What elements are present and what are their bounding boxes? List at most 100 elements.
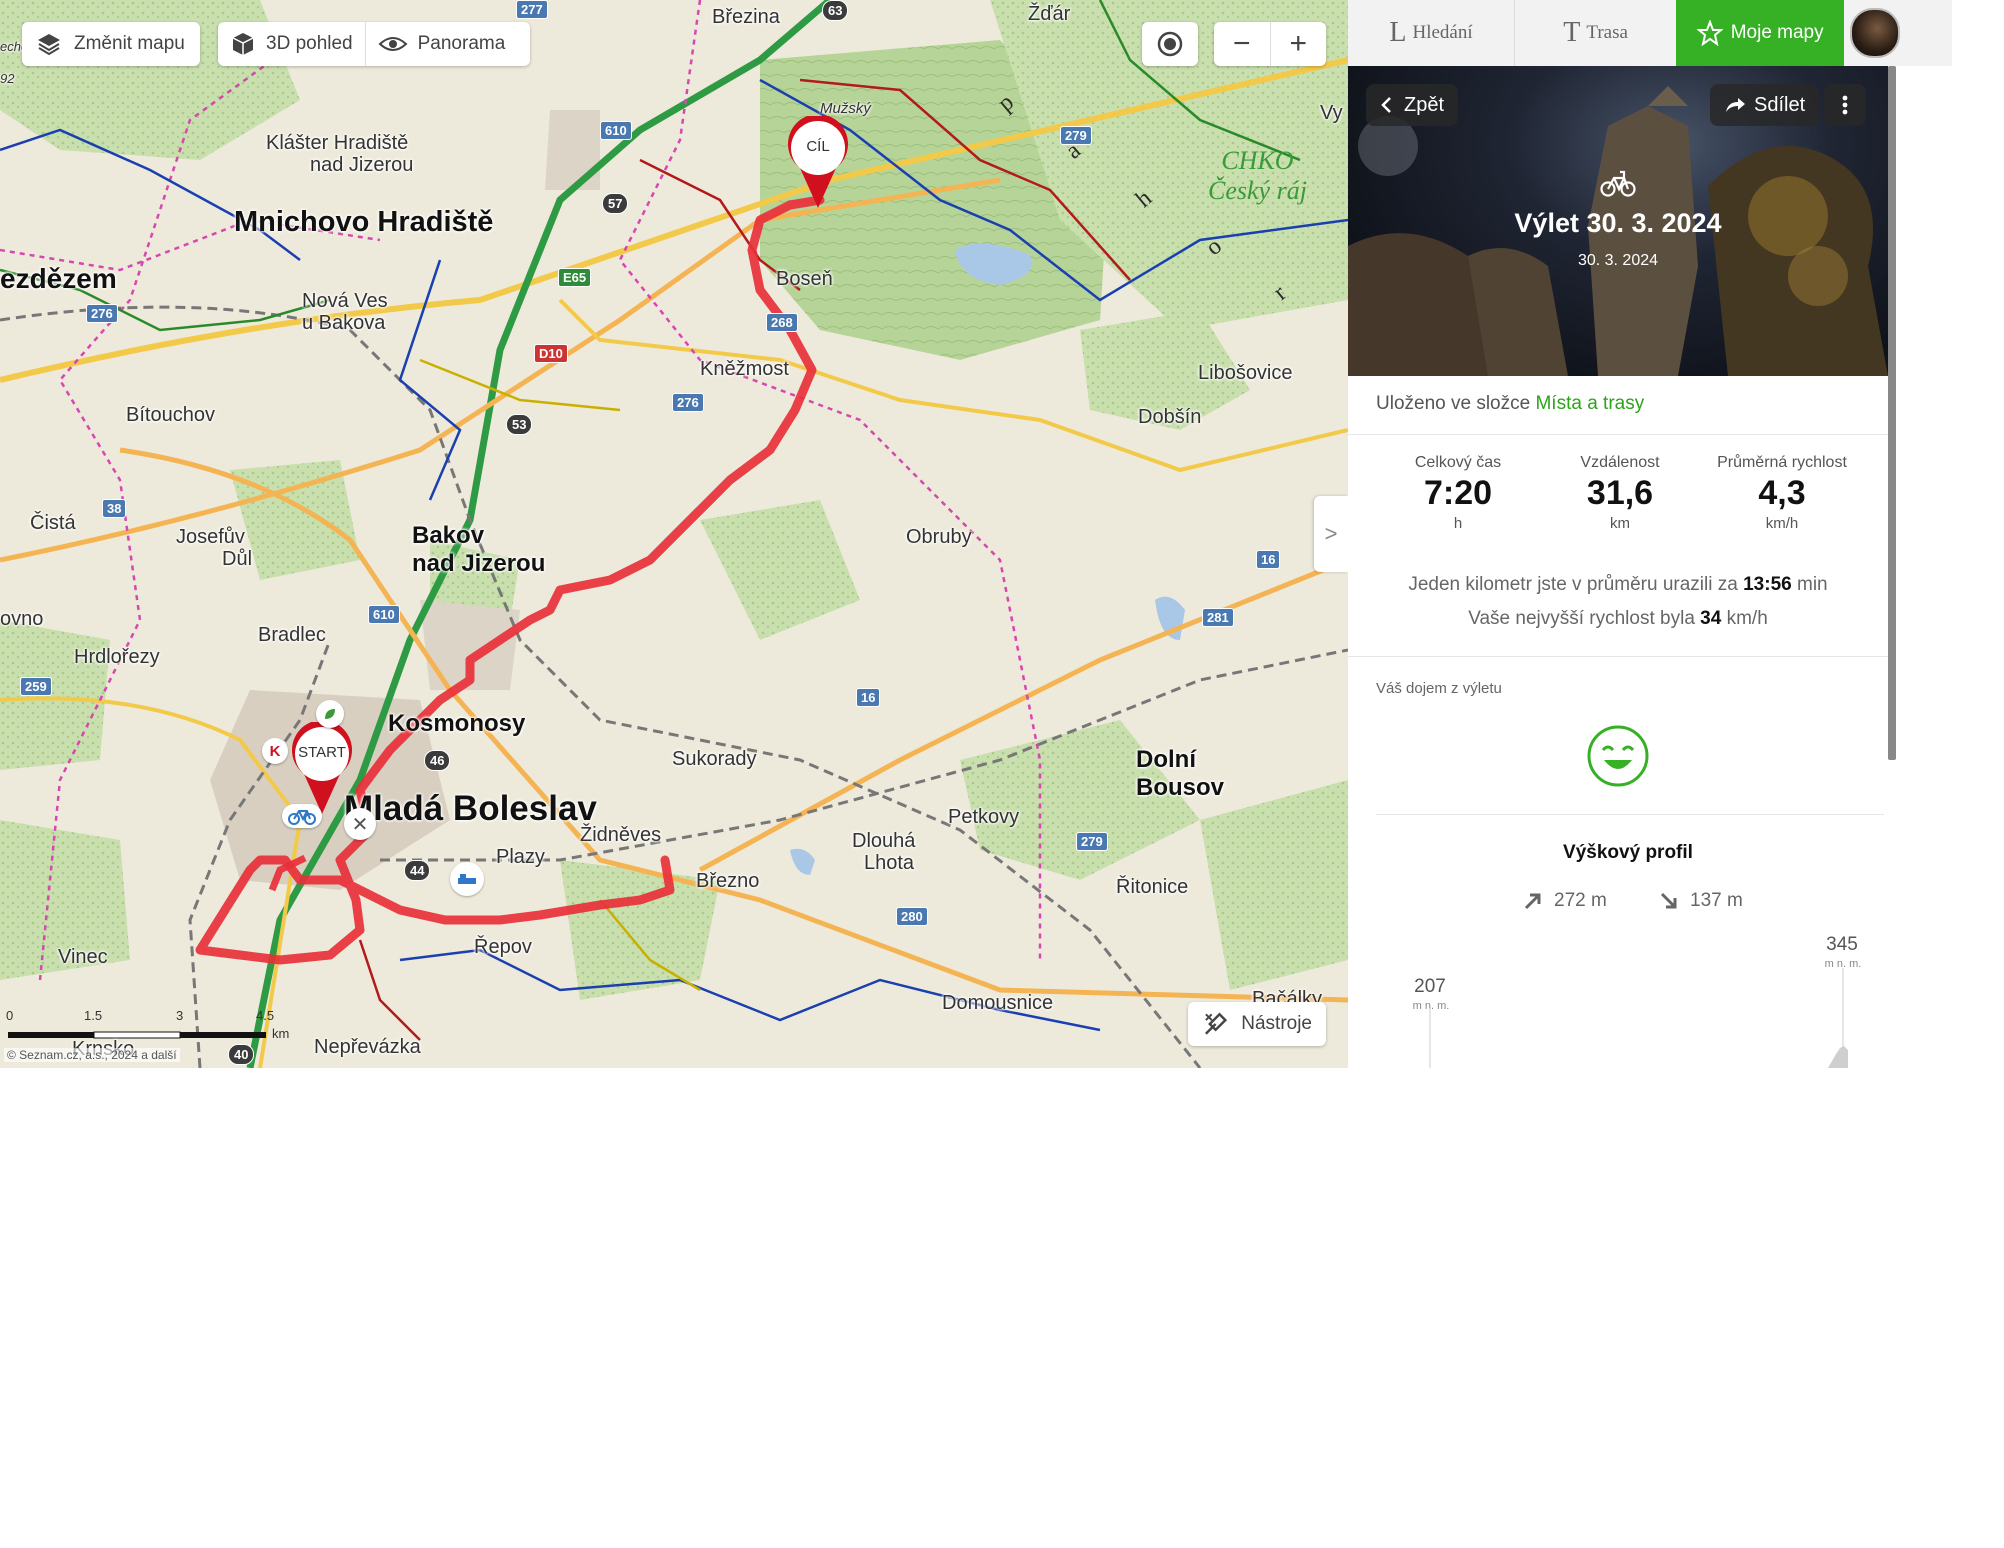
place-label: Kněžmost — [700, 358, 789, 380]
elevation-max-value: 345 — [1826, 934, 1858, 955]
place-label: Dlouhá — [852, 830, 916, 852]
tools-icon — [1205, 1012, 1228, 1035]
place-label: Žďár — [1028, 3, 1071, 25]
road-shield: 279 — [1076, 832, 1108, 851]
tab-my-maps-label: Moje mapy — [1730, 22, 1824, 43]
road-shield: 610 — [368, 605, 400, 624]
road-shield: 38 — [102, 499, 127, 518]
road-shield: 277 — [516, 0, 548, 19]
zoom-out-button[interactable]: − — [1214, 22, 1271, 66]
collapse-panel-button[interactable]: > — [1314, 496, 1348, 572]
stat-unit: km — [1610, 515, 1630, 532]
road-shield: 53 — [506, 414, 533, 435]
stat-label: Celkový čas — [1414, 454, 1502, 471]
tools-button[interactable]: Nástroje — [1188, 1002, 1326, 1046]
locate-button[interactable] — [1142, 22, 1198, 66]
back-button[interactable]: Zpět — [1366, 84, 1459, 126]
close-poi-icon[interactable]: ✕ — [344, 808, 376, 840]
stat-total-time: Celkový čas 7:20 h — [1378, 454, 1538, 532]
elevation-chart[interactable] — [1408, 968, 1868, 1068]
road-shield: 276 — [86, 304, 118, 323]
road-shield: 268 — [766, 313, 798, 332]
map-copyright[interactable]: © Seznam.cz, a.s., 2024 a další — [4, 1048, 180, 1062]
change-map-button[interactable]: Změnit mapu — [22, 22, 200, 66]
scale-label: 3 — [176, 1008, 184, 1023]
place-label-major: Mladá Boleslav — [344, 789, 597, 828]
place-label: Obruby — [906, 526, 972, 548]
bicycle-poi-icon[interactable] — [282, 804, 322, 828]
place-label-major: Kosmonosy — [388, 710, 526, 737]
end-marker[interactable]: CÍL — [786, 114, 850, 215]
protected-area-label: CHKO Český ráj — [1208, 146, 1307, 206]
place-label: Plazy — [496, 846, 545, 868]
road-shield: E65 — [558, 268, 592, 287]
place-label: Sukorady — [672, 748, 757, 770]
divider — [1348, 434, 1888, 435]
app-viewport: 277 63 610 57 279 276 E65 D10 268 276 53… — [0, 0, 1952, 1068]
stat-distance: Vzdálenost 31,6 km — [1540, 454, 1700, 532]
route-icon: T — [1563, 17, 1581, 48]
shop-poi-icon[interactable]: K — [262, 738, 288, 764]
max-speed-summary: Vaše nejvyšší rychlost byla 34 km/h — [1348, 608, 1888, 630]
place-label: nad Jizerou — [310, 154, 414, 176]
user-menu[interactable] — [1844, 0, 1952, 66]
tab-search[interactable]: L Hledání — [1348, 0, 1516, 66]
impression-label: Váš dojem z výletu — [1376, 680, 1502, 697]
ascent-value: 272 m — [1554, 890, 1607, 911]
place-label-major: ezdězem — [0, 263, 117, 294]
chko-label: CHKO — [1221, 146, 1294, 175]
star-icon — [1696, 20, 1723, 46]
elevation-profile-area — [1828, 1046, 1848, 1068]
tab-route[interactable]: T Trasa — [1515, 0, 1676, 66]
arrow-up-right-icon — [1524, 893, 1541, 910]
locate-icon — [1157, 31, 1183, 57]
scale-unit: km — [272, 1026, 290, 1041]
place-label: Nová Ves — [302, 290, 388, 312]
max-speed-prefix: Vaše nejvyšší rychlost byla — [1468, 608, 1695, 629]
place-label: Vinec — [58, 946, 108, 968]
place-label: Petkovy — [948, 806, 1020, 828]
stat-unit: h — [1453, 515, 1463, 532]
pace-value: 13:56 — [1743, 574, 1792, 595]
saved-folder-link[interactable]: Místa a trasy — [1535, 393, 1644, 414]
place-label: Josefův — [176, 526, 245, 548]
3d-view-button[interactable]: 3D pohled — [218, 22, 366, 66]
zoom-in-button[interactable]: + — [1271, 22, 1327, 66]
trip-date: 30. 3. 2024 — [1577, 252, 1659, 269]
place-label: Čistá — [30, 512, 76, 534]
place-label: 92 — [0, 71, 15, 86]
road-shield: D10 — [534, 344, 568, 363]
place-label: Židněves — [580, 824, 662, 846]
divider — [1376, 814, 1884, 815]
sidebar-scrollbar[interactable] — [1888, 66, 1896, 760]
road-shield: 44 — [404, 860, 431, 881]
cube-icon — [232, 33, 254, 55]
road-shield: 281 — [1202, 608, 1234, 627]
max-speed-suffix: km/h — [1726, 608, 1768, 629]
hotel-poi-icon[interactable] — [450, 862, 484, 896]
map-canvas[interactable]: 277 63 610 57 279 276 E65 D10 268 276 53… — [0, 0, 1348, 1068]
3d-view-label: 3D pohled — [266, 33, 353, 54]
avatar[interactable] — [1850, 8, 1901, 58]
layers-icon — [38, 34, 60, 56]
stat-label: Vzdálenost — [1580, 454, 1660, 471]
happy-face-icon[interactable] — [1586, 724, 1650, 793]
cesky-raj-label: Český ráj — [1208, 176, 1307, 205]
road-shield: 40 — [228, 1044, 255, 1065]
panorama-button[interactable]: Panorama — [366, 22, 518, 66]
place-label: Důl — [222, 548, 253, 570]
sidebar-panel: L Hledání T Trasa Moje mapy Zpět Sdílet … — [1348, 0, 1952, 1068]
place-label: Lhota — [864, 852, 915, 874]
more-options-button[interactable] — [1824, 84, 1866, 126]
pace-prefix: Jeden kilometr jste v průměru urazili za — [1408, 574, 1738, 595]
stat-value: 7:20 — [1423, 474, 1493, 512]
trip-title: Výlet 30. 3. 2024 — [1514, 208, 1722, 238]
share-button[interactable]: Sdílet — [1710, 84, 1820, 126]
tab-my-maps[interactable]: Moje mapy — [1676, 0, 1845, 66]
leaf-poi-icon[interactable] — [316, 700, 344, 728]
stat-avg-speed: Průměrná rychlost 4,3 km/h — [1702, 454, 1862, 532]
panorama-label: Panorama — [417, 33, 506, 54]
back-label: Zpět — [1404, 93, 1445, 116]
place-label: Klášter Hradiště — [266, 132, 409, 154]
end-marker-label: CÍL — [806, 138, 830, 155]
